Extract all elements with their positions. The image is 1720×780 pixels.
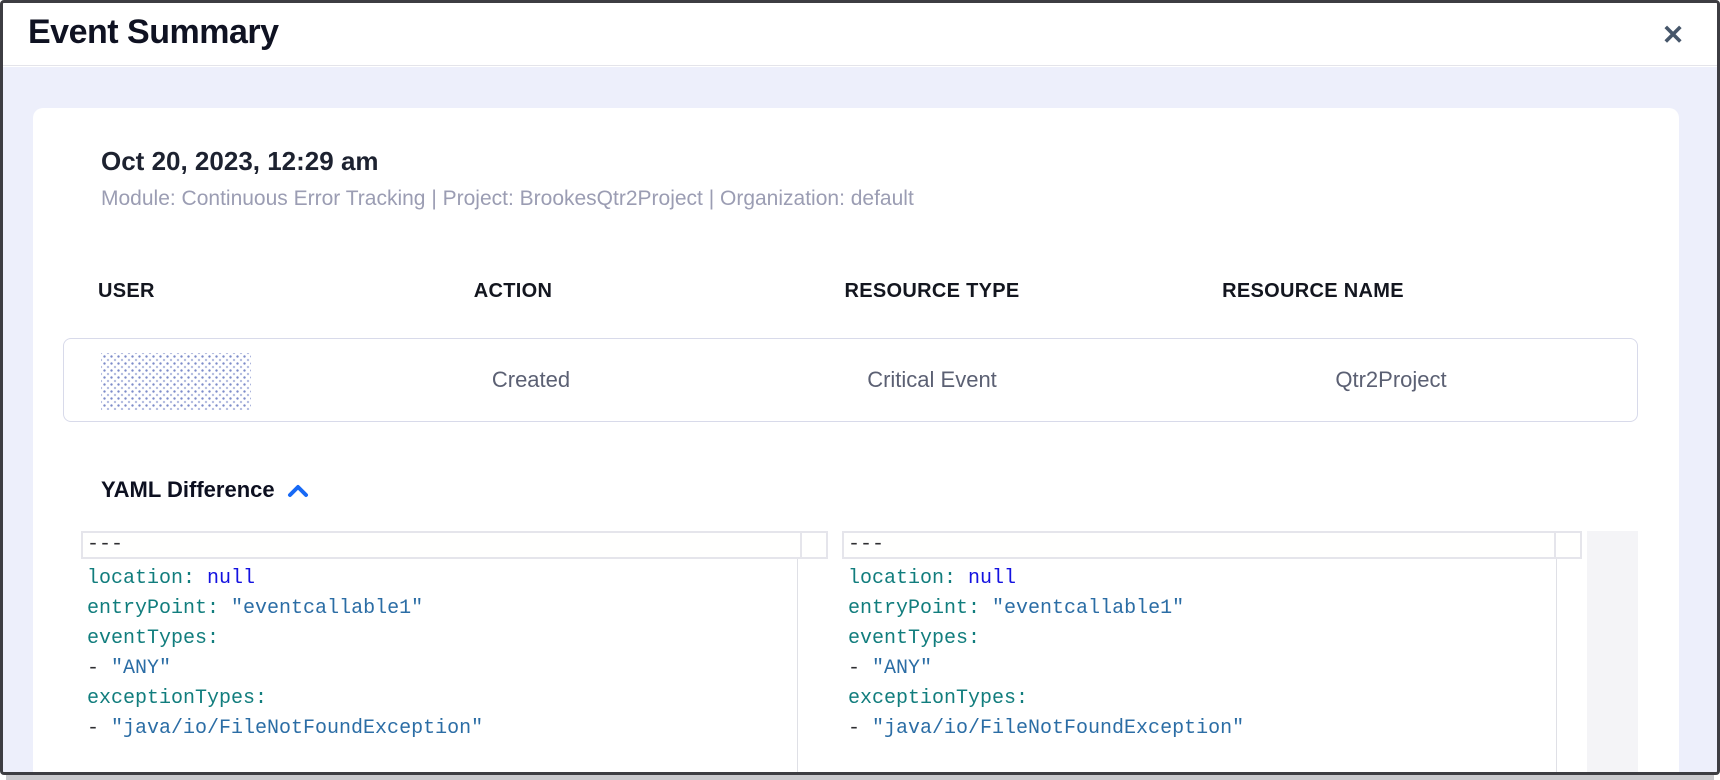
chevron-up-icon <box>287 483 309 498</box>
close-button[interactable]: ✕ <box>1655 17 1691 53</box>
modal-title: Event Summary <box>28 13 279 52</box>
yaml-code-left: ---location: nullentryPoint: "eventcalla… <box>87 531 828 744</box>
code-line: - "ANY" <box>87 654 828 684</box>
column-header-resource-name: RESOURCE NAME <box>1222 280 1404 303</box>
user-redacted-avatar <box>101 353 251 410</box>
cell-action: Created <box>492 367 570 393</box>
code-line: eventTypes: <box>848 624 1638 654</box>
code-line: - "java/io/FileNotFoundException" <box>848 714 1638 744</box>
code-line: exceptionTypes: <box>87 684 828 714</box>
code-line: - "ANY" <box>848 654 1638 684</box>
event-summary-modal: Event Summary ✕ Oct 20, 2023, 12:29 am M… <box>0 0 1720 775</box>
code-line: entryPoint: "eventcallable1" <box>87 594 828 624</box>
code-line: exceptionTypes: <box>848 684 1638 714</box>
cell-resource-name: Qtr2Project <box>1335 367 1446 393</box>
yaml-difference-toggle[interactable]: YAML Difference <box>101 478 309 502</box>
event-meta: Module: Continuous Error Tracking | Proj… <box>101 187 914 211</box>
close-icon: ✕ <box>1662 20 1685 50</box>
column-header-resource-type: RESOURCE TYPE <box>844 280 1019 303</box>
modal-header: Event Summary ✕ <box>3 3 1717 66</box>
column-header-user: USER <box>98 280 155 303</box>
code-line: entryPoint: "eventcallable1" <box>848 594 1638 624</box>
window-bottom-edge <box>6 775 1714 780</box>
yaml-difference-label: YAML Difference <box>101 477 275 503</box>
screenshot-frame: Event Summary ✕ Oct 20, 2023, 12:29 am M… <box>0 0 1720 780</box>
modal-body: Oct 20, 2023, 12:29 am Module: Continuou… <box>3 67 1717 772</box>
code-line: eventTypes: <box>87 624 828 654</box>
code-line: location: null <box>87 564 828 594</box>
cell-resource-type: Critical Event <box>867 367 997 393</box>
code-line: - "java/io/FileNotFoundException" <box>87 714 828 744</box>
yaml-editor-left[interactable]: ---location: nullentryPoint: "eventcalla… <box>81 531 828 772</box>
column-header-action: ACTION <box>474 280 552 303</box>
code-line: --- <box>87 531 828 564</box>
code-line: location: null <box>848 564 1638 594</box>
yaml-editor-right[interactable]: ---location: nullentryPoint: "eventcalla… <box>842 531 1638 772</box>
yaml-code-right: ---location: nullentryPoint: "eventcalla… <box>848 531 1638 744</box>
code-line: --- <box>848 531 1638 564</box>
table-row: Created Critical Event Qtr2Project <box>63 338 1638 422</box>
event-timestamp: Oct 20, 2023, 12:29 am <box>101 146 379 177</box>
